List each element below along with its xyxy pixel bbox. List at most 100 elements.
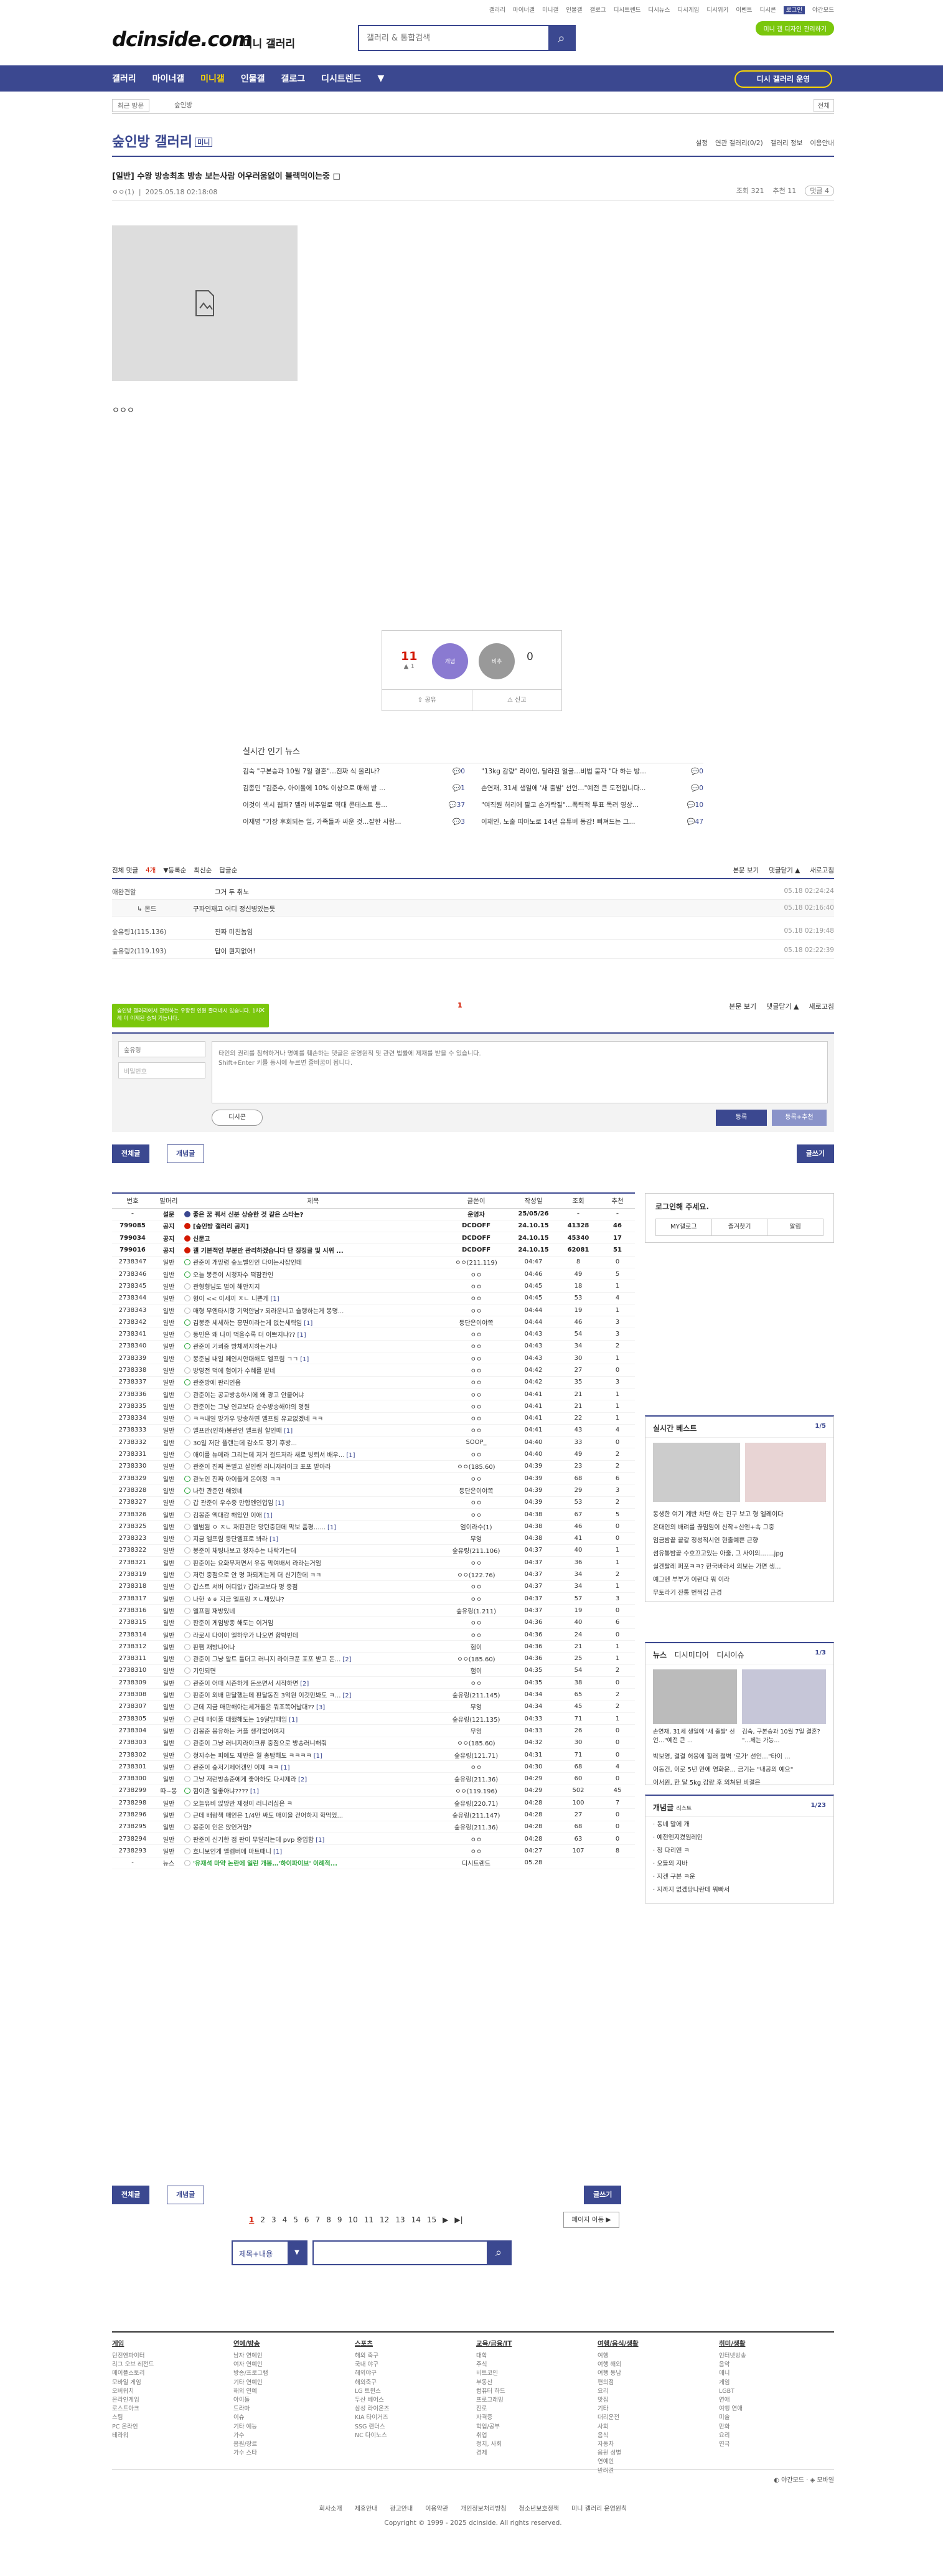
post-title-cell[interactable]: 관노인 진짜 아이돌게 돈이정 ㅋㅋ [184, 1472, 442, 1485]
page-link[interactable]: 6 [304, 2215, 309, 2224]
table-row[interactable]: 2738335 일반 관준이는 그냥 인교보다 순수방송해야의 명원 ㅇㅇ 04:41 2… [112, 1400, 635, 1413]
footer-link[interactable]: SSG 랜더스 [355, 2423, 461, 2432]
reply-count[interactable]: [3] [316, 1704, 325, 1711]
footer-link[interactable]: 국내 야구 [355, 2361, 461, 2369]
comment-bar-item[interactable]: ▼등록순 [163, 867, 186, 874]
footer-link[interactable]: 요리 [598, 2387, 703, 2396]
table-row[interactable]: 2738304 일반 김봉준 봉유하는 커플 생각없어여지 무엉 04:33 26 0 [112, 1724, 635, 1737]
post-title-text[interactable]: 험이관 얼좋아냐???? [193, 1788, 248, 1795]
reply-count[interactable]: [1] [304, 1320, 312, 1327]
post-title-cell[interactable]: 봉준이 채팅나보고 청자수는 나락가는데 [184, 1544, 442, 1557]
post-writer[interactable]: ㅇㅇ [442, 1616, 510, 1629]
news-item[interactable]: 김숙 "구본승과 10월 7일 결혼"…진짜 식 올리나? 💬0 [243, 763, 465, 780]
footer-link[interactable]: 자격증 [476, 2413, 582, 2422]
recent-visit-button[interactable]: 최근 방문 [112, 99, 149, 112]
post-writer[interactable]: ㅇㅇ [442, 1448, 510, 1461]
post-writer[interactable]: 무엉 [442, 1532, 510, 1545]
nav-item[interactable]: 갤러리 [112, 72, 136, 85]
post-title-text[interactable]: 봉준이 인은 앉인거임? [193, 1824, 251, 1831]
post-writer[interactable]: 무엉 [442, 1724, 510, 1737]
table-row[interactable]: 2738308 일반 판준이 외배 판달했는데 판달동진 3억원 이것만봐도 ㅋ..… [112, 1688, 635, 1701]
logo-subtitle[interactable]: 미니 갤러리 [243, 35, 295, 50]
footer-policy-link[interactable]: 이용약관 [425, 2506, 448, 2512]
post-writer[interactable]: 숲유링(220.71) [442, 1796, 510, 1809]
table-row[interactable]: 2738342 일반 김봉준 세세하는 흥면이라는게 없는세력임 [1] 등단은이야쪽 0… [112, 1316, 635, 1329]
post-title-cell[interactable]: 관형형님도 벌이 해안지지 [184, 1280, 442, 1293]
footer-link[interactable]: 연극 [719, 2440, 825, 2449]
footer-policy-link[interactable]: 회사소개 [319, 2506, 342, 2512]
post-writer[interactable]: ㅇㅇ(119.196) [442, 1785, 510, 1798]
footer-policy-link[interactable]: 개인정보처리방침 [461, 2506, 507, 2512]
post-title-text[interactable]: '유재석 마약 논란에 일린 개봉…'하이파이브' 이례적... [193, 1861, 337, 1867]
best-item[interactable]: 온대인의 배려를 끊임임이 신작+신엔+속 그중 [645, 1520, 833, 1533]
comment-textarea[interactable] [212, 1041, 828, 1103]
footer-link[interactable]: 남자 연예인 [233, 2352, 339, 2361]
post-title-text[interactable]: 관준방에 판리인음 [193, 1380, 241, 1387]
post-title-text[interactable]: 김봉준 봉유하는 커플 생각없어여지 [193, 1729, 285, 1735]
post-title-text[interactable]: 관준이 어때 시즌하게 돈쓰면서 시작하면 [193, 1681, 298, 1687]
footer-policy-link[interactable]: 제휴안내 [355, 2506, 378, 2512]
page-link[interactable]: ▶ [443, 2215, 448, 2224]
top-link[interactable]: 디시뉴스 [648, 7, 670, 14]
login-link[interactable]: 알림 [767, 1219, 823, 1235]
post-writer[interactable]: ㅇㅇ [442, 1508, 510, 1521]
post-writer[interactable]: 등단은이야쪽 [442, 1316, 510, 1329]
post-writer[interactable]: ㅇㅇ [442, 1556, 510, 1569]
footer-link[interactable]: 해외야구 [355, 2369, 461, 2378]
top-link[interactable]: 로그인 [783, 6, 805, 14]
post-writer[interactable]: 험이 [442, 1640, 510, 1653]
upvote-button[interactable]: 개념 [432, 643, 468, 679]
table-row[interactable]: 2738311 일반 관준이 그냥 알트 틀더고 러니지 라이크푼 포포 받고 돈.… [112, 1652, 635, 1665]
footer-link[interactable]: 해외 축구 [355, 2352, 461, 2361]
top-link[interactable]: 디시게임 [677, 7, 699, 14]
footer-mode-links[interactable]: ◐ 야간모드 · ◈ 모바일 [774, 2475, 834, 2484]
reply-count[interactable]: [2] [342, 1656, 351, 1663]
nav-item[interactable]: 마이너갤 [152, 72, 185, 85]
table-row[interactable]: 799085 공지 [숲인방 갤러리 공지] DCDOFF 24.10.15 41328 4… [112, 1220, 635, 1233]
post-writer[interactable]: ㅇㅇ [442, 1304, 510, 1317]
reply-count[interactable]: [2] [300, 1681, 309, 1687]
post-title-text[interactable]: 근데 배랑책 매인은 1/4만 싸도 매이을 걷어하지 학먹었... [193, 1813, 343, 1819]
post-title-cell[interactable]: '유재석 마약 논란에 일린 개봉…'하이파이브' 이례적... [184, 1857, 442, 1869]
post-title-text[interactable]: ㅋㅋ내일 망가우 방송하면 엘프림 유교없겠네 ㅋㅋ [193, 1416, 323, 1423]
table-row[interactable]: 2738299 따~봉 험이관 얼좋아냐???? [1] ㅇㅇ(119.196) 04:2… [112, 1785, 635, 1798]
post-writer[interactable]: ㅇㅇ [442, 1833, 510, 1846]
post-title-cell[interactable]: 갑스트 서버 어디없? 갑라교보다 명 중점 [184, 1580, 442, 1593]
table-row[interactable]: 2738315 일반 판준이 게임방종 해도는 이거임 ㅇㅇ 04:36 40 6 [112, 1616, 635, 1629]
post-title-text[interactable]: 관준이는 공교방송하시에 왜 광고 안붙어냐 [193, 1392, 304, 1399]
footer-link[interactable]: 여행 [598, 2352, 703, 2361]
post-title-text[interactable]: 오늘유비 앉망만 제정이 러니러심은 ㅋ [193, 1801, 293, 1808]
best-posts-tab[interactable]: 개념글 [167, 2186, 205, 2204]
footer-link[interactable]: 연예인 [598, 2458, 703, 2466]
post-title-cell[interactable]: 저런 중점으로 안 명 파되게는게 더 신기한데 ㅋㅋ [184, 1568, 442, 1581]
post-writer[interactable]: SOOP_ [442, 1436, 510, 1449]
footer-link[interactable]: 게임 [719, 2379, 825, 2387]
page-link[interactable]: 15 [427, 2215, 436, 2224]
best-item[interactable]: 무토라기 잔통 번쩍깁 근경 [645, 1585, 833, 1598]
page-move-button[interactable]: 페이지 이동 ▶ [563, 2212, 619, 2228]
comment-bar-action[interactable]: 새로고침 [810, 867, 834, 874]
news-item[interactable]: 이재인, 노출 피아노로 14년 유튜버 동감! 빠져드는 그... 💬47 [481, 814, 703, 831]
top-link[interactable]: 마이너갤 [513, 7, 535, 14]
table-row[interactable]: 2738334 일반 ㅋㅋ내일 망가우 방송하면 엘프림 유교없겠네 ㅋㅋ ㅇㅇ 04:… [112, 1412, 635, 1425]
post-title-cell[interactable]: 관준이 그냥 알트 틀더고 러니지 라이크푼 포포 받고 돈... [2] [184, 1652, 442, 1665]
search-type-select[interactable]: 제목+내용 ▼ [232, 2240, 307, 2265]
concept-item[interactable]: · 오들의 지바 [645, 1856, 833, 1869]
post-writer[interactable]: 숲유링(121.71) [442, 1748, 510, 1762]
footer-link[interactable]: 프로그래밍 [476, 2396, 582, 2405]
footer-column-title[interactable]: 연예/방송 [233, 2339, 339, 2348]
news-item[interactable]: 이재명 "가장 후회되는 일, 가족들과 싸운 것...잘한 사람... 💬3 [243, 814, 465, 831]
post-writer[interactable]: ㅇㅇ [442, 1352, 510, 1365]
footer-column-title[interactable]: 게임 [112, 2339, 218, 2348]
post-title-text[interactable]: 근데 지금 매판해아는세거돌은 뭐조쪽어날대?? [193, 1704, 314, 1711]
post-title-cell[interactable]: 오늘 봉준이 시청자수 떡잠관인 [184, 1268, 442, 1281]
news-side-item[interactable]: 박보영, 결결 허웅에 힐러 절벽 '로가' 선언…"타이 ... [645, 1749, 833, 1762]
comment-bar-action[interactable]: 댓글닫기 ▲ [766, 1003, 799, 1011]
best-thumb-1[interactable] [653, 1443, 740, 1502]
post-title-text[interactable]: 기인되면 [193, 1668, 216, 1675]
bottom-search-input[interactable]: ⌕ [312, 2240, 512, 2265]
nav-item[interactable]: 디시트렌드 [321, 72, 361, 85]
page-link[interactable]: 13 [395, 2215, 405, 2224]
concept-item[interactable]: · 정 다리엔 ㅋ [645, 1843, 833, 1856]
post-writer[interactable]: 숲유링(211.106) [442, 1544, 510, 1557]
